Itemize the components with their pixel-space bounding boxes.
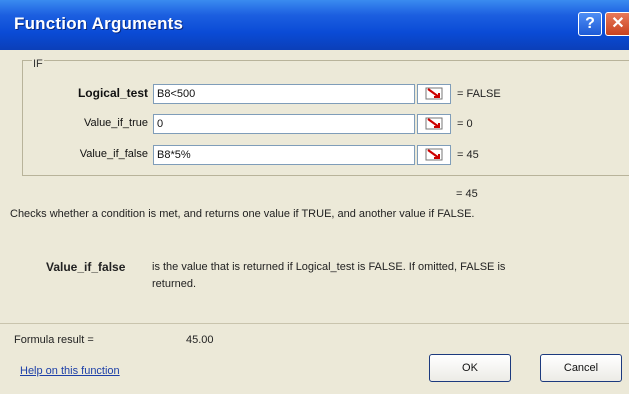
formula-result-value: 45.00 — [186, 334, 214, 346]
value-if-false-label: Value_if_false — [79, 148, 148, 160]
logical-test-result: = FALSE — [457, 88, 501, 100]
function-name: IF — [32, 58, 44, 70]
value-if-true-label: Value_if_true — [83, 117, 148, 129]
help-icon[interactable]: ? — [578, 12, 602, 36]
argument-help-text-2: returned. — [152, 278, 197, 290]
value-if-true-result: = 0 — [457, 118, 473, 130]
function-result: = 45 — [456, 188, 478, 200]
formula-result-label: Formula result = — [14, 334, 94, 346]
function-arguments-dialog: Function Arguments ? ✕ IF Logical_test B… — [0, 0, 629, 394]
value-if-true-input[interactable]: 0 — [153, 114, 415, 134]
divider — [0, 323, 629, 324]
value-if-false-result: = 45 — [457, 149, 479, 161]
argument-help-text: is the value that is returned if Logical… — [152, 261, 506, 273]
range-collapse-icon[interactable] — [417, 114, 451, 134]
logical-test-label: Logical_test — [77, 86, 148, 100]
ok-button[interactable]: OK — [429, 354, 511, 382]
title-bar[interactable]: Function Arguments ? ✕ — [0, 0, 629, 50]
value-if-false-input[interactable]: B8*5% — [153, 145, 415, 165]
help-link[interactable]: Help on this function — [20, 365, 120, 377]
range-collapse-icon[interactable] — [417, 84, 451, 104]
cancel-button[interactable]: Cancel — [540, 354, 622, 382]
close-icon[interactable]: ✕ — [605, 12, 629, 36]
range-collapse-icon[interactable] — [417, 145, 451, 165]
argument-help-name: Value_if_false — [46, 260, 126, 274]
dialog-title: Function Arguments — [14, 14, 184, 33]
logical-test-input[interactable]: B8<500 — [153, 84, 415, 104]
function-description: Checks whether a condition is met, and r… — [10, 208, 475, 220]
